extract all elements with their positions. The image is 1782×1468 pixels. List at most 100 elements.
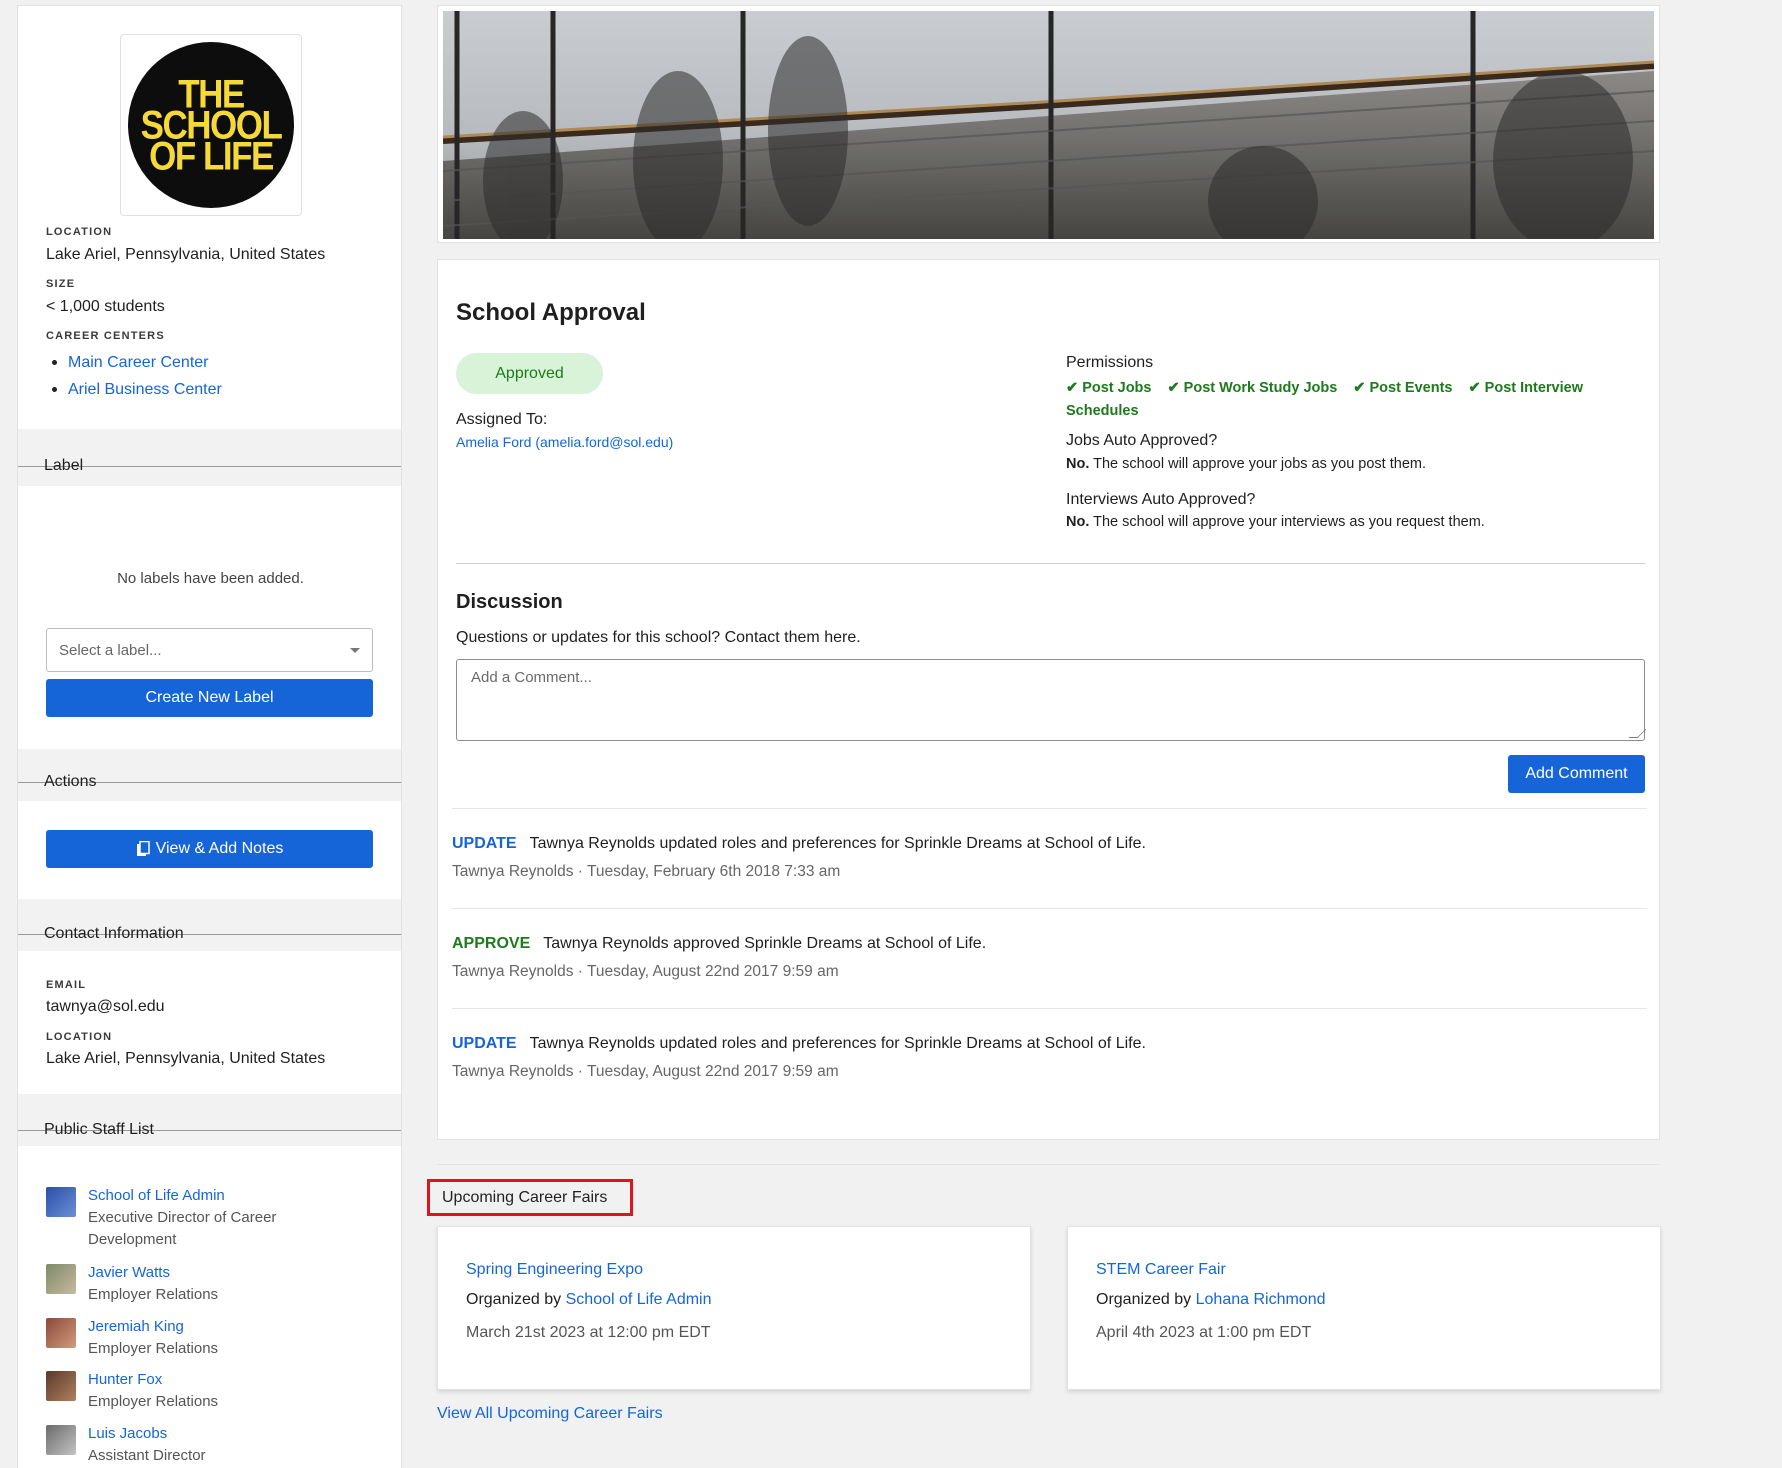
school-approval-card: School Approval Approved Assigned To: Am… bbox=[437, 259, 1660, 1140]
school-logo: THE SCHOOL OF LIFE bbox=[120, 34, 302, 216]
school-logo-badge: THE SCHOOL OF LIFE bbox=[128, 42, 294, 208]
staff-name-link[interactable]: Javier Watts bbox=[88, 1264, 170, 1281]
bullet-icon bbox=[52, 387, 57, 392]
discussion-subtitle: Questions or updates for this school? Co… bbox=[456, 629, 861, 646]
career-fair-organizer: Organized by Lohana Richmond bbox=[1096, 1291, 1326, 1309]
chevron-down-icon bbox=[350, 648, 360, 653]
contact-heading-text: Contact Information bbox=[44, 925, 184, 942]
size-label: SIZE bbox=[46, 278, 76, 290]
label-select[interactable]: Select a label... bbox=[46, 628, 373, 672]
view-add-notes-button[interactable]: View & Add Notes bbox=[46, 830, 373, 868]
career-center-item: Ariel Business Center bbox=[46, 376, 222, 403]
staff-section-heading: Public Staff List bbox=[18, 1108, 401, 1152]
banner-image bbox=[443, 11, 1654, 239]
permission-item: ✔ Post Jobs bbox=[1066, 380, 1152, 396]
bullet-icon bbox=[52, 360, 57, 365]
feed-meta: Tawnya Reynolds · Tuesday, August 22nd 2… bbox=[452, 1063, 839, 1080]
staff-member: Hunter Fox Employer Relations bbox=[46, 1369, 328, 1413]
divider bbox=[210, 933, 401, 935]
actions-heading-text: Actions bbox=[44, 773, 97, 790]
approval-title: School Approval bbox=[456, 299, 646, 326]
career-fair-date: April 4th 2023 at 1:00 pm EDT bbox=[1096, 1324, 1312, 1341]
feed-tag: UPDATE bbox=[452, 1035, 517, 1052]
create-new-label-button[interactable]: Create New Label bbox=[46, 679, 373, 717]
divider bbox=[452, 808, 1647, 809]
permission-text: Post Jobs bbox=[1082, 380, 1152, 396]
permission-item: ✔ Post Events bbox=[1353, 380, 1453, 396]
no-labels-text: No labels have been added. bbox=[117, 570, 304, 587]
staff-role: Employer Relations bbox=[88, 1340, 219, 1357]
avatar bbox=[46, 1425, 76, 1455]
staff-name-link[interactable]: Luis Jacobs bbox=[88, 1425, 167, 1442]
contact-section-heading: Contact Information bbox=[18, 912, 401, 956]
school-sidebar: THE SCHOOL OF LIFE LOCATION Lake Ariel, … bbox=[17, 5, 402, 1468]
add-comment-button-text: Add Comment bbox=[1525, 765, 1628, 782]
contact-location-label: LOCATION bbox=[46, 1031, 113, 1043]
label-select-placeholder: Select a label... bbox=[59, 641, 162, 659]
avatar bbox=[46, 1187, 76, 1217]
organizer-link[interactable]: Lohana Richmond bbox=[1196, 1291, 1326, 1308]
staff-member: Javier Watts Employer Relations bbox=[46, 1262, 328, 1306]
career-center-link-main[interactable]: Main Career Center bbox=[68, 354, 209, 372]
comment-placeholder: Add a Comment... bbox=[471, 669, 592, 686]
organized-by-label: Organized by bbox=[466, 1291, 562, 1308]
add-comment-button[interactable]: Add Comment bbox=[1508, 755, 1645, 793]
feed-text: Tawnya Reynolds updated roles and prefer… bbox=[529, 835, 1146, 852]
jobs-auto-text: The school will approve your jobs as you… bbox=[1093, 456, 1427, 472]
divider bbox=[452, 908, 1647, 909]
organized-by-label: Organized by bbox=[1096, 1291, 1192, 1308]
notes-button-text: View & Add Notes bbox=[155, 840, 284, 857]
avatar bbox=[46, 1371, 76, 1401]
career-fair-name-link[interactable]: STEM Career Fair bbox=[1096, 1261, 1226, 1279]
interviews-auto-approved-label: Interviews Auto Approved? bbox=[1066, 491, 1256, 508]
jobs-auto-approved-label: Jobs Auto Approved? bbox=[1066, 432, 1218, 449]
notes-icon bbox=[136, 841, 150, 856]
discussion-title: Discussion bbox=[456, 591, 563, 613]
career-center-link-business[interactable]: Ariel Business Center bbox=[68, 381, 222, 399]
divider bbox=[452, 1008, 1647, 1009]
organizer-link[interactable]: School of Life Admin bbox=[566, 1291, 712, 1308]
feed-item: UPDATE Tawnya Reynolds updated roles and … bbox=[452, 835, 1647, 881]
contact-location-value: Lake Ariel, Pennsylvania, United States bbox=[46, 1050, 326, 1067]
avatar bbox=[46, 1264, 76, 1294]
comment-input[interactable]: Add a Comment... bbox=[456, 659, 1647, 741]
staff-member: Luis Jacobs Assistant Director bbox=[46, 1423, 328, 1467]
resize-handle-icon[interactable] bbox=[1628, 729, 1647, 738]
staff-member: Jeremiah King Employer Relations bbox=[46, 1316, 328, 1360]
staff-name-link[interactable]: Jeremiah King bbox=[88, 1318, 184, 1335]
permissions-list: ✔ Post Jobs ✔ Post Work Study Jobs ✔ Post … bbox=[1066, 377, 1626, 423]
upcoming-career-fairs-heading: Upcoming Career Fairs bbox=[427, 1179, 633, 1216]
feed-text: Tawnya Reynolds updated roles and prefer… bbox=[529, 1035, 1146, 1052]
career-centers-label: CAREER CENTERS bbox=[46, 330, 165, 342]
staff-member: School of Life Admin Executive Director … bbox=[46, 1185, 328, 1251]
assigned-to-label: Assigned To: bbox=[456, 411, 548, 428]
logo-line-3: OF LIFE bbox=[149, 133, 274, 179]
label-section-heading: Label bbox=[18, 444, 401, 488]
career-fair-name-link[interactable]: Spring Engineering Expo bbox=[466, 1261, 643, 1279]
divider bbox=[456, 563, 1645, 564]
assigned-to-link[interactable]: Amelia Ford (amelia.ford@sol.edu) bbox=[456, 434, 673, 450]
staff-role: Employer Relations bbox=[88, 1286, 219, 1303]
avatar bbox=[46, 1318, 76, 1348]
jobs-auto-answer: No. bbox=[1066, 456, 1090, 472]
permissions-label: Permissions bbox=[1066, 354, 1154, 371]
staff-role: Employer Relations bbox=[88, 1393, 219, 1410]
permission-text: Post Events bbox=[1369, 380, 1453, 396]
staff-heading-text: Public Staff List bbox=[44, 1121, 154, 1138]
actions-section-heading: Actions bbox=[18, 760, 401, 804]
feed-tag: APPROVE bbox=[452, 935, 531, 952]
view-all-career-fairs-link[interactable]: View All Upcoming Career Fairs bbox=[437, 1405, 663, 1423]
staff-name-link[interactable]: School of Life Admin bbox=[88, 1187, 225, 1204]
divider bbox=[210, 781, 401, 783]
banner-photo bbox=[443, 11, 1654, 239]
staff-role: Assistant Director bbox=[88, 1447, 206, 1464]
staff-name-link[interactable]: Hunter Fox bbox=[88, 1371, 162, 1388]
career-centers-list: Main Career Center Ariel Business Center bbox=[46, 349, 222, 403]
interviews-auto-answer: No. bbox=[1066, 514, 1090, 530]
staff-role: Executive Director of Career Development bbox=[88, 1209, 277, 1248]
feed-text: Tawnya Reynolds approved Sprinkle Dreams… bbox=[543, 935, 987, 952]
career-center-item: Main Career Center bbox=[46, 349, 222, 376]
interviews-auto-approved-value: No. The school will approve your intervi… bbox=[1066, 514, 1485, 530]
label-heading-text: Label bbox=[44, 457, 84, 474]
feed-tag: UPDATE bbox=[452, 835, 517, 852]
